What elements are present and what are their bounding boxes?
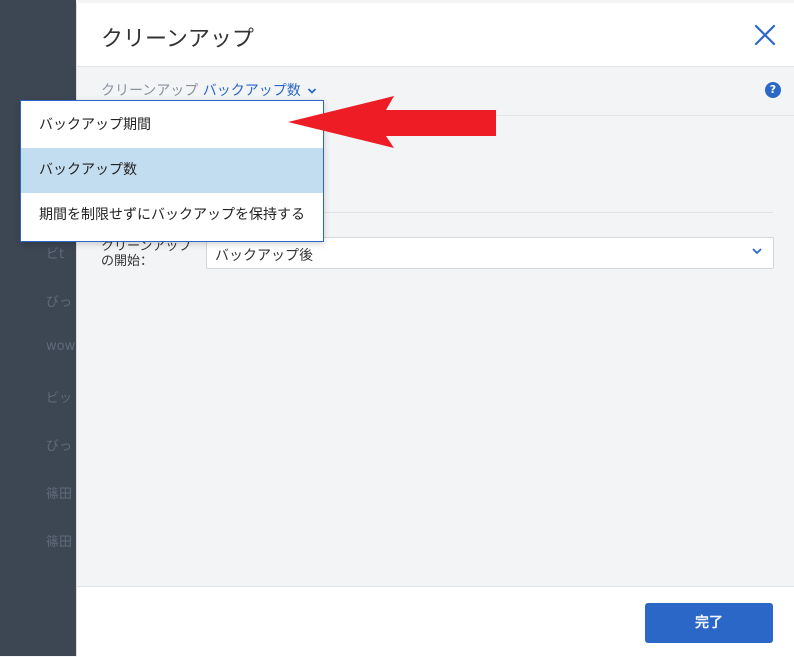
dialog-title: クリーンアップ xyxy=(101,27,254,52)
background-list-item: ビッ xyxy=(46,391,73,406)
cleanup-start-select-value: バックアップ後 xyxy=(215,248,313,264)
background-list-item: 篠田 xyxy=(46,535,73,550)
breadcrumb: クリーンアップ バックアップ数 xyxy=(101,80,317,100)
cleanup-start-label: クリーンアップ の開始： xyxy=(101,239,191,269)
background-list-item: びっ xyxy=(46,295,73,310)
menu-item-backup-count[interactable]: バックアップ数 xyxy=(21,148,323,193)
menu-item-keep-unlimited[interactable]: 期間を制限せずにバックアップを保持する xyxy=(21,193,323,238)
background-list-item: 篠田 xyxy=(46,487,73,502)
annotation-arrow-icon xyxy=(288,96,496,148)
menu-item-backup-period[interactable]: バックアップ期間 xyxy=(21,103,323,148)
background-list-item: wow xyxy=(46,339,76,354)
background-sidebar xyxy=(0,0,76,656)
done-button[interactable]: 完了 xyxy=(645,603,773,643)
background-list-item: ビt xyxy=(46,247,65,262)
close-icon[interactable] xyxy=(753,23,777,47)
help-icon[interactable]: ? xyxy=(765,82,781,98)
background-list-item: びっ xyxy=(46,439,73,454)
breadcrumb-static-label: クリーンアップ xyxy=(101,83,199,99)
cleanup-start-label-line: の開始： xyxy=(101,254,154,269)
chevron-down-icon xyxy=(752,248,762,255)
cleanup-type-dropdown-menu: バックアップ期間 バックアップ数 期間を制限せずにバックアップを保持する xyxy=(20,100,324,242)
dialog-header: クリーンアップ xyxy=(77,3,794,67)
dialog-footer: 完了 xyxy=(77,586,794,657)
